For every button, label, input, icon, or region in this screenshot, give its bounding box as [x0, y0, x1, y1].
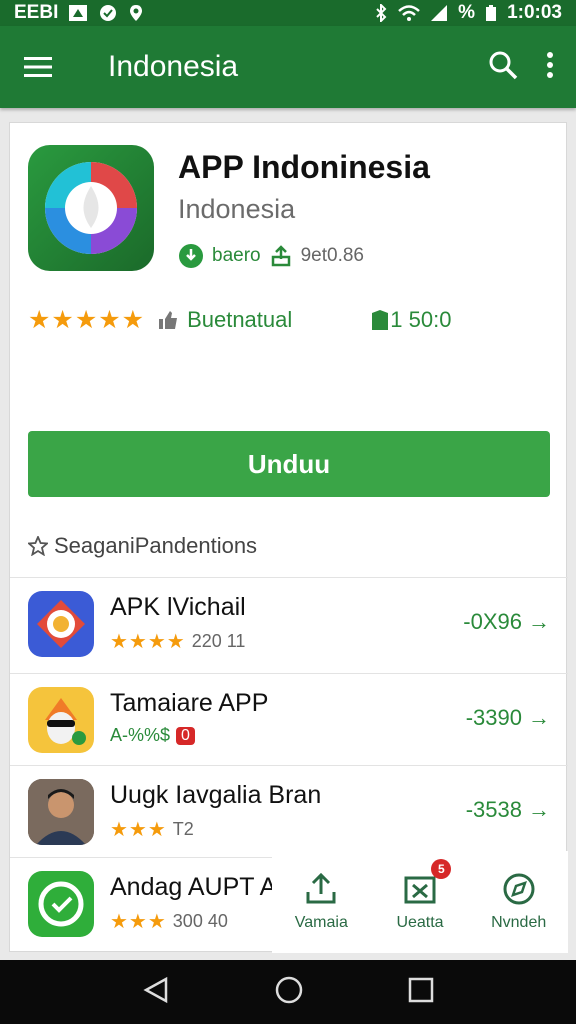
- floating-action-bar: Vamaia 5 Ueatta Nvndeh: [272, 851, 568, 953]
- back-icon: [143, 976, 168, 1003]
- download-count: 1 50:0: [390, 307, 452, 332]
- list-item-badge: 0: [176, 726, 195, 745]
- search-button[interactable]: [488, 50, 518, 85]
- system-nav-bar: [0, 960, 576, 1024]
- chat-icon: [98, 4, 118, 22]
- list-item-name: Andag AUPT A: [110, 873, 277, 901]
- app-meta-label: baero: [212, 245, 261, 266]
- floating-item-vamaia[interactable]: Vamaia: [272, 851, 371, 953]
- recents-icon: [408, 977, 434, 1002]
- list-item-icon: [28, 591, 94, 657]
- more-vert-icon: [547, 51, 553, 78]
- divider: [10, 577, 568, 578]
- list-item-name: Uugk Iavgalia Bran: [110, 781, 322, 809]
- battery-icon: [485, 4, 497, 22]
- list-item-meta: T2: [172, 819, 194, 839]
- download-count-icon: [372, 310, 389, 330]
- floating-item-nvndeh[interactable]: Nvndeh: [469, 851, 568, 953]
- app-header: APP Indoninesia Indonesia baero 9et0.86: [28, 145, 430, 271]
- app-developer[interactable]: Indonesia: [178, 194, 430, 225]
- list-item-percent: -0X96: [463, 609, 522, 634]
- divider: [10, 765, 568, 766]
- list-item-meta: 220 11: [191, 631, 246, 651]
- bluetooth-icon: [374, 4, 388, 22]
- menu-icon: [24, 57, 52, 77]
- list-item-name: APK lVichail: [110, 593, 246, 621]
- app-bar: Indonesia: [0, 26, 576, 108]
- divider: [10, 673, 568, 674]
- battery-percent: %: [458, 2, 476, 23]
- upload-icon: [306, 872, 336, 904]
- wifi-icon: [398, 4, 421, 22]
- overflow-menu-button[interactable]: [546, 51, 554, 84]
- list-item-icon: [28, 779, 94, 845]
- compass-icon: [503, 873, 535, 905]
- floating-item-label: Ueatta: [396, 914, 444, 931]
- section-title-text: SeaganiPandentions: [54, 533, 258, 558]
- list-item-percent: -3538: [465, 797, 522, 822]
- status-time: 1:0:03: [507, 2, 562, 23]
- arrow-right-icon: →: [528, 609, 550, 634]
- location-icon: [128, 4, 144, 22]
- rating-label: Buetnatual: [187, 307, 293, 332]
- list-item[interactable]: APK lVichail ★★★★ 220 11 -0X96 →: [10, 579, 568, 669]
- thumbs-icon: [159, 311, 178, 329]
- list-item-meta: 300 40: [172, 911, 228, 931]
- home-button[interactable]: [274, 975, 304, 1010]
- list-item[interactable]: Uugk Iavgalia Bran ★★★ T2 -3538 →: [10, 767, 568, 857]
- arrow-right-icon: →: [528, 705, 550, 730]
- floating-item-ueatta[interactable]: 5 Ueatta: [371, 851, 470, 953]
- rating-stars: ★★★★★: [28, 306, 146, 334]
- app-meta-size: 9et0.86: [300, 245, 365, 266]
- rating-row: ★★★★★ Buetnatual 1 50:0: [28, 305, 451, 335]
- recents-button[interactable]: [408, 977, 434, 1008]
- list-item-icon: [28, 871, 94, 937]
- verified-icon: [179, 244, 203, 268]
- menu-button[interactable]: [0, 56, 76, 78]
- list-item-meta: A-%%$: [110, 725, 171, 745]
- section-title: SeaganiPandentions: [28, 533, 257, 559]
- status-left-text: EEBI: [14, 2, 59, 23]
- floating-item-label: Vamaia: [294, 914, 348, 931]
- install-button[interactable]: Unduu: [28, 431, 550, 497]
- download-box-icon: [404, 876, 436, 904]
- list-item-stars: ★★★: [110, 911, 167, 933]
- back-button[interactable]: [142, 976, 170, 1009]
- signal-icon: [430, 4, 448, 22]
- list-item-stars: ★★★: [110, 819, 167, 841]
- list-item-name: Tamaiare APP: [110, 689, 269, 717]
- search-icon: [489, 51, 518, 79]
- star-outline-icon: [28, 536, 48, 556]
- list-item-icon: [28, 687, 94, 753]
- list-item[interactable]: Tamaiare APP A-%%$ 0 -3390 →: [10, 675, 568, 765]
- app-detail-card: APP Indoninesia Indonesia baero 9et0.86 …: [9, 122, 568, 953]
- app-icon: [28, 145, 154, 271]
- notification-icon: [68, 4, 88, 22]
- list-item-stars: ★★★★: [110, 631, 186, 653]
- app-bar-title: Indonesia: [108, 50, 239, 83]
- notification-badge: 5: [431, 859, 452, 879]
- share-icon[interactable]: [269, 244, 293, 268]
- arrow-right-icon: →: [528, 797, 550, 822]
- floating-item-label: Nvndeh: [491, 914, 547, 931]
- app-name: APP Indoninesia: [178, 149, 430, 185]
- list-item-percent: -3390: [465, 705, 522, 730]
- home-icon: [275, 976, 303, 1003]
- status-bar: EEBI % 1:0:03: [0, 0, 576, 26]
